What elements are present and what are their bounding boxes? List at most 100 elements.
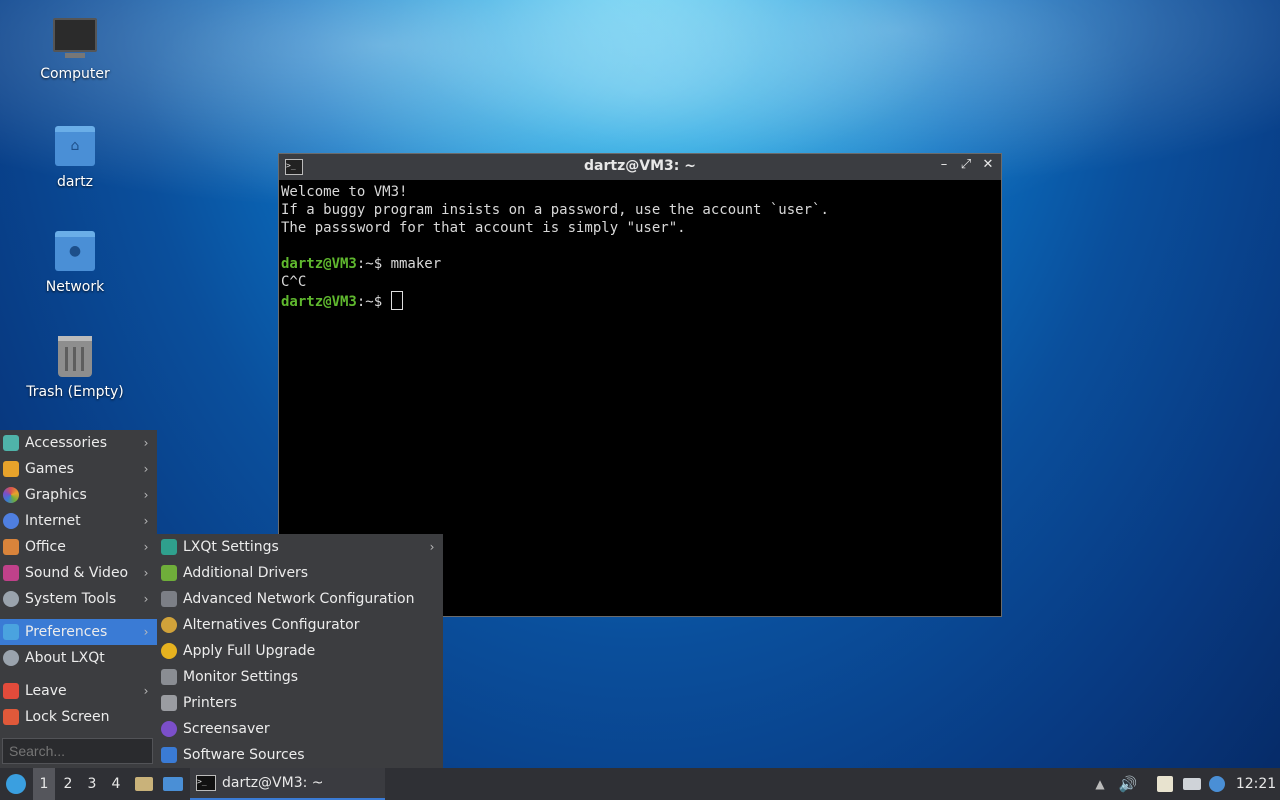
menu-item-label: Advanced Network Configuration: [183, 591, 415, 607]
submenu-item-screensaver[interactable]: Screensaver: [157, 716, 443, 742]
network-folder-icon: ●: [53, 231, 97, 275]
desktop-icon-home[interactable]: ⌂ dartz: [20, 122, 130, 190]
menu-item-system-tools[interactable]: System Tools ›: [0, 586, 157, 612]
workspace-2-button[interactable]: 2: [57, 768, 79, 800]
clock[interactable]: 12:21: [1234, 768, 1278, 800]
menu-item-internet[interactable]: Internet ›: [0, 508, 157, 534]
alternatives-icon: [161, 617, 177, 633]
taskbar-task-terminal[interactable]: >_ dartz@VM3: ~: [190, 768, 385, 800]
chevron-right-icon: ›: [143, 436, 149, 450]
menu-item-leave[interactable]: Leave ›: [0, 678, 157, 704]
chevron-up-icon: ▲: [1095, 777, 1105, 791]
prompt-path: :~$: [356, 256, 391, 272]
printer-icon: [161, 695, 177, 711]
accessories-icon: [3, 435, 19, 451]
desktop-icon-computer[interactable]: Computer: [20, 18, 130, 82]
menu-item-sound-video[interactable]: Sound & Video ›: [0, 560, 157, 586]
chevron-right-icon: ›: [429, 540, 435, 554]
menu-item-games[interactable]: Games ›: [0, 456, 157, 482]
chevron-right-icon: ›: [143, 592, 149, 606]
taskbar: 1 2 3 4 >_ dartz@VM3: ~ ▲ 🔊 12:21: [0, 768, 1280, 800]
update-notifier-button[interactable]: [1206, 768, 1228, 800]
submenu-item-software-sources[interactable]: Software Sources: [157, 742, 443, 768]
menu-item-accessories[interactable]: Accessories ›: [0, 430, 157, 456]
trash-icon: [53, 336, 97, 380]
menu-item-label: Sound & Video: [25, 565, 129, 581]
terminal-titlebar[interactable]: >_ dartz@VM3: ~ – ⤢ ✕: [279, 154, 1001, 180]
chevron-right-icon: ›: [143, 462, 149, 476]
chevron-right-icon: ›: [143, 566, 149, 580]
submenu-item-printers[interactable]: Printers: [157, 690, 443, 716]
lxqt-logo-icon: [6, 774, 26, 794]
menu-item-graphics[interactable]: Graphics ›: [0, 482, 157, 508]
desktop-icon-network[interactable]: ● Network: [20, 227, 130, 295]
network-icon: [1183, 778, 1201, 790]
close-button[interactable]: ✕: [979, 157, 997, 172]
submenu-item-additional-drivers[interactable]: Additional Drivers: [157, 560, 443, 586]
lock-icon: [3, 709, 19, 725]
menu-item-lock-screen[interactable]: Lock Screen: [0, 704, 157, 730]
graphics-icon: [3, 487, 19, 503]
terminal-output[interactable]: Welcome to VM3! If a buggy program insis…: [279, 180, 1001, 314]
text-cursor: [390, 291, 403, 310]
internet-icon: [3, 513, 19, 529]
workspace-4-button[interactable]: 4: [105, 768, 127, 800]
menu-item-preferences[interactable]: Preferences ›: [0, 619, 157, 645]
menu-item-label: Screensaver: [183, 721, 270, 737]
network-tray-button[interactable]: [1180, 768, 1204, 800]
submenu-item-monitor-settings[interactable]: Monitor Settings: [157, 664, 443, 690]
update-icon: [1209, 776, 1225, 792]
main-menu-button[interactable]: [2, 768, 30, 800]
chevron-right-icon: ›: [143, 540, 149, 554]
task-title: dartz@VM3: ~: [222, 775, 324, 791]
menu-search-input[interactable]: [2, 738, 153, 764]
upgrade-icon: [161, 643, 177, 659]
volume-icon: 🔊: [1118, 775, 1138, 793]
tray-expand-button[interactable]: ▲: [1090, 768, 1110, 800]
software-sources-icon: [161, 747, 177, 763]
submenu-item-network-configuration[interactable]: Advanced Network Configuration: [157, 586, 443, 612]
submenu-item-apply-full-upgrade[interactable]: Apply Full Upgrade: [157, 638, 443, 664]
menu-item-label: Internet: [25, 513, 81, 529]
drivers-icon: [161, 565, 177, 581]
menu-item-label: Office: [25, 539, 66, 555]
menu-item-label: LXQt Settings: [183, 539, 279, 555]
games-icon: [3, 461, 19, 477]
show-desktop-button[interactable]: [160, 768, 186, 800]
submenu-item-alternatives-configurator[interactable]: Alternatives Configurator: [157, 612, 443, 638]
preferences-submenu: LXQt Settings › Additional Drivers Advan…: [157, 534, 443, 768]
terminal-line: If a buggy program insists on a password…: [281, 202, 829, 218]
network-config-icon: [161, 591, 177, 607]
file-manager-icon: [135, 777, 153, 791]
workspace-3-button[interactable]: 3: [81, 768, 103, 800]
volume-button[interactable]: 🔊: [1116, 768, 1140, 800]
info-icon: [3, 650, 19, 666]
desktop-icon: [163, 777, 183, 791]
workspace-1-button[interactable]: 1: [33, 768, 55, 800]
minimize-button[interactable]: –: [935, 157, 953, 172]
window-title: dartz@VM3: ~: [584, 158, 696, 174]
menu-item-label: Graphics: [25, 487, 87, 503]
system-tools-icon: [3, 591, 19, 607]
file-manager-launcher[interactable]: [132, 768, 156, 800]
monitor-icon: [161, 669, 177, 685]
menu-item-label: System Tools: [25, 591, 117, 607]
clipboard-tray-button[interactable]: [1154, 768, 1176, 800]
submenu-item-lxqt-settings[interactable]: LXQt Settings ›: [157, 534, 443, 560]
desktop-icon-label: Trash (Empty): [26, 384, 124, 400]
sound-video-icon: [3, 565, 19, 581]
lxqt-settings-icon: [161, 539, 177, 555]
prompt-user-host: dartz@VM3: [281, 256, 357, 272]
chevron-right-icon: ›: [143, 625, 149, 639]
maximize-button[interactable]: ⤢: [957, 157, 975, 172]
screensaver-icon: [161, 721, 177, 737]
menu-item-label: Apply Full Upgrade: [183, 643, 316, 659]
desktop-icon-label: Network: [45, 279, 105, 295]
menu-item-about-lxqt[interactable]: About LXQt: [0, 645, 157, 671]
menu-item-office[interactable]: Office ›: [0, 534, 157, 560]
menu-item-label: Games: [25, 461, 74, 477]
prompt-path: :~$: [356, 294, 391, 310]
terminal-line: The passsword for that account is simply…: [281, 220, 686, 236]
desktop-icon-trash[interactable]: Trash (Empty): [20, 332, 130, 400]
prompt-user-host: dartz@VM3: [281, 294, 357, 310]
